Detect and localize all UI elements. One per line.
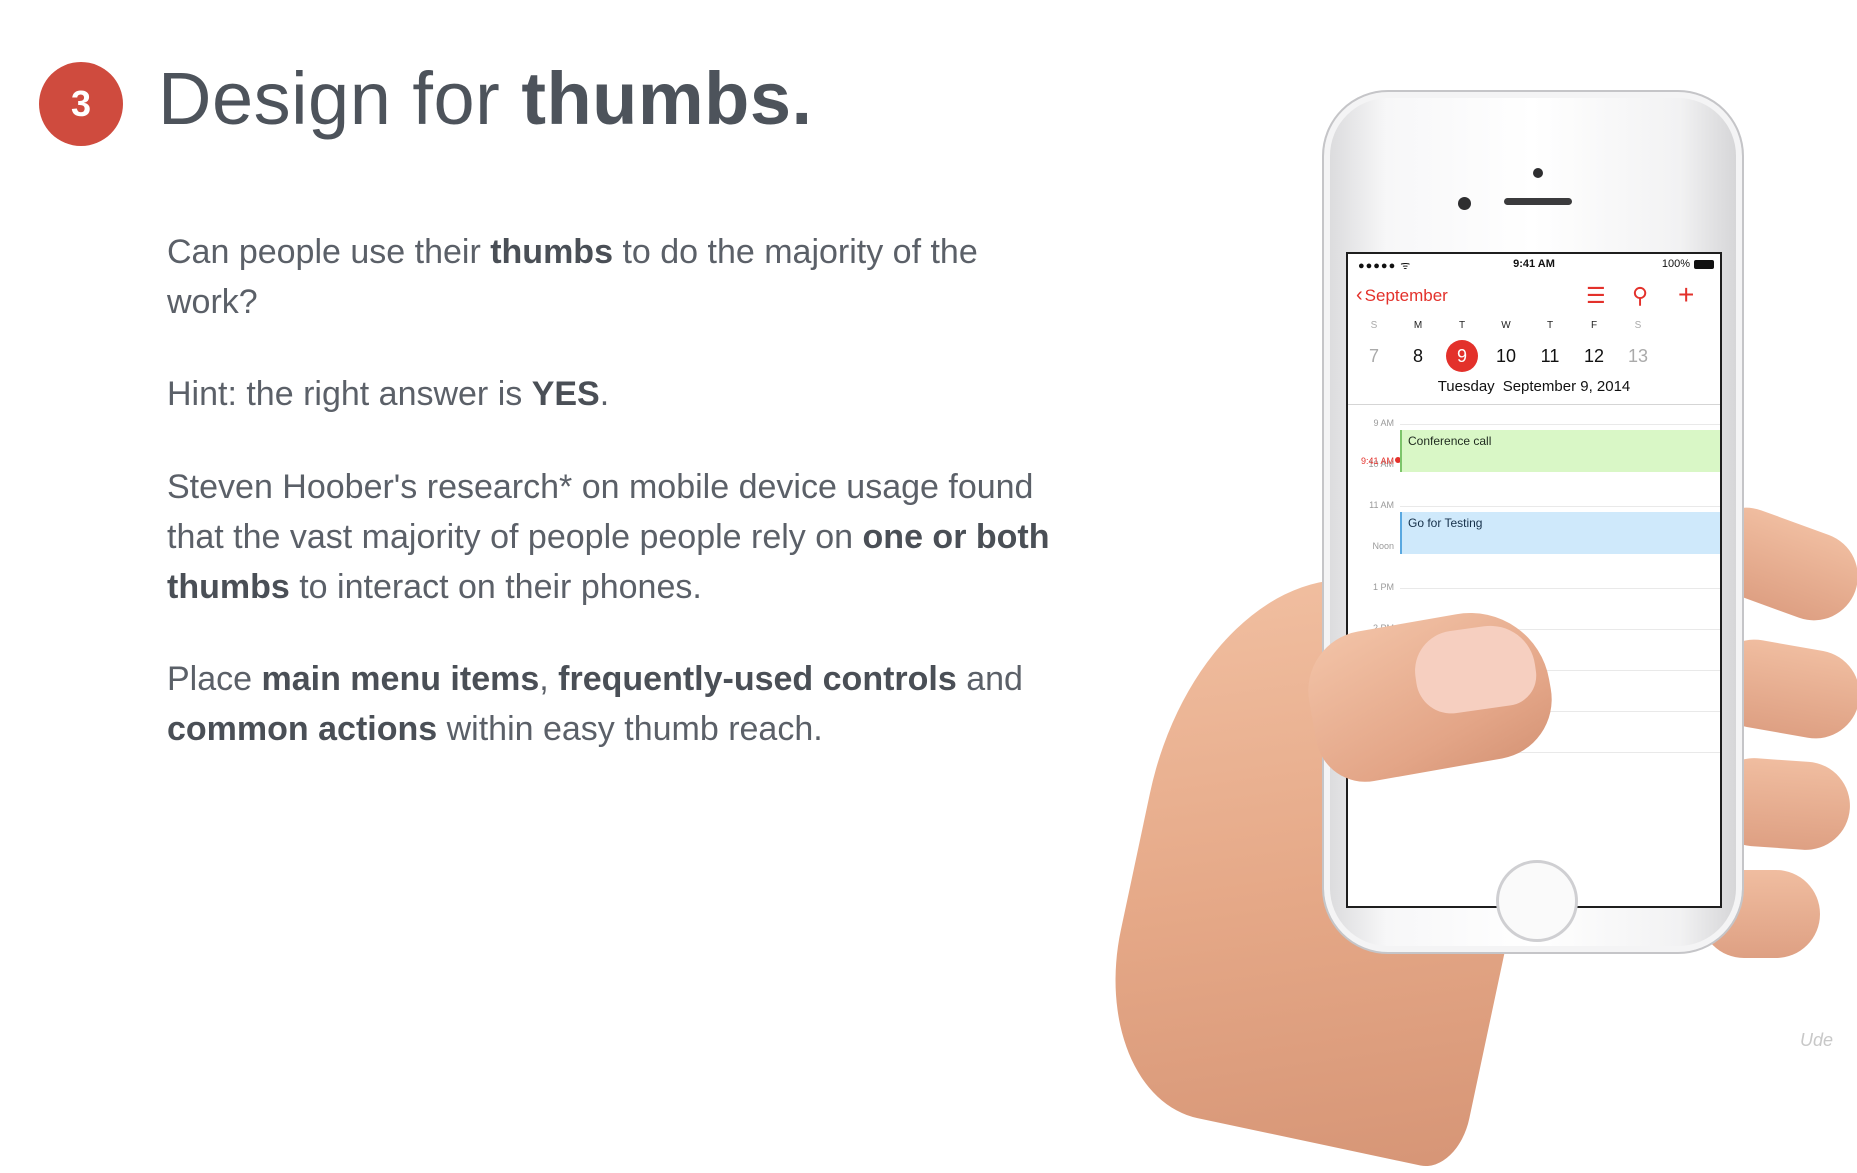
paragraph-research: Steven Hoober's research* on mobile devi… bbox=[167, 462, 1067, 612]
hour-label: Noon bbox=[1372, 541, 1394, 551]
hand-holding-phone-illustration: ●●●●● ᯤ 9:41 AM 100% ‹ September ☰ ⚲ + S M… bbox=[1085, 60, 1857, 1173]
battery-percent: 100% bbox=[1661, 258, 1690, 270]
event-conference-call[interactable]: Conference call bbox=[1400, 430, 1720, 472]
p4-text-g: within easy thumb reach. bbox=[437, 710, 823, 748]
add-event-icon[interactable]: + bbox=[1678, 279, 1694, 311]
home-button[interactable] bbox=[1496, 860, 1578, 942]
paragraph-hint: Hint: the right answer is YES. bbox=[167, 369, 1067, 419]
p2-text-c: . bbox=[599, 375, 610, 413]
status-bar: ●●●●● ᯤ 9:41 AM 100% bbox=[1348, 258, 1720, 272]
event-title: Go for Testing bbox=[1408, 516, 1483, 530]
calendar-screen: ●●●●● ᯤ 9:41 AM 100% ‹ September ☰ ⚲ + S M… bbox=[1346, 252, 1722, 908]
p4-text-a: Place bbox=[167, 660, 262, 698]
hour-gridline bbox=[1400, 588, 1720, 589]
p1-text-a: Can people use their bbox=[167, 233, 491, 271]
p1-bold: thumbs bbox=[490, 233, 613, 271]
p3-text-c: to interact on their phones. bbox=[289, 568, 702, 606]
event-go-for-testing[interactable]: Go for Testing bbox=[1400, 512, 1720, 554]
day-cell[interactable]: 8 bbox=[1398, 340, 1438, 372]
weekday-label: T bbox=[1546, 320, 1554, 331]
calendar-nav-bar: ‹ September ☰ ⚲ + bbox=[1348, 279, 1720, 311]
day-cell[interactable]: 9 bbox=[1442, 340, 1482, 372]
battery-icon bbox=[1694, 260, 1714, 269]
p4-text-c: , bbox=[539, 660, 559, 698]
selected-date: September 9, 2014 bbox=[1502, 378, 1631, 395]
p4-bold-controls: frequently-used controls bbox=[558, 660, 957, 698]
step-number-badge: 3 bbox=[39, 62, 123, 146]
day-cell[interactable]: 10 bbox=[1486, 340, 1526, 372]
day-cell[interactable]: 12 bbox=[1574, 340, 1614, 372]
iphone: ●●●●● ᯤ 9:41 AM 100% ‹ September ☰ ⚲ + S M… bbox=[1322, 90, 1744, 954]
back-label: September bbox=[1364, 286, 1448, 305]
day-cell[interactable]: 7 bbox=[1354, 340, 1394, 372]
weekday-label: T bbox=[1458, 320, 1466, 331]
weekday-label: F bbox=[1590, 320, 1598, 331]
day-cell[interactable]: 11 bbox=[1530, 340, 1570, 372]
selected-weekday: Tuesday bbox=[1437, 378, 1495, 395]
selected-date-line: Tuesday September 9, 2014 bbox=[1348, 378, 1720, 395]
title-bold: thumbs. bbox=[521, 57, 813, 140]
list-view-icon[interactable]: ☰ bbox=[1586, 283, 1606, 309]
chevron-left-icon: ‹ bbox=[1356, 284, 1363, 306]
day-cell[interactable]: 13 bbox=[1618, 340, 1658, 372]
p4-text-e: and bbox=[956, 660, 1023, 698]
earpiece-speaker-icon bbox=[1504, 198, 1572, 205]
weekday-label: W bbox=[1501, 320, 1511, 331]
paragraph-thumbs-question: Can people use their thumbs to do the ma… bbox=[167, 227, 1067, 327]
weekday-label: S bbox=[1634, 320, 1642, 331]
slide-title: Design for thumbs. bbox=[158, 56, 813, 141]
front-camera-icon bbox=[1533, 168, 1543, 178]
hour-label: 11 AM bbox=[1369, 500, 1394, 510]
title-regular: Design for bbox=[158, 57, 522, 140]
hour-label: 1 PM bbox=[1372, 582, 1394, 592]
weekday-label: S bbox=[1370, 320, 1378, 331]
search-icon[interactable]: ⚲ bbox=[1632, 283, 1648, 309]
watermark-logo: Ude bbox=[1800, 1030, 1834, 1050]
hour-label: 9 AM bbox=[1373, 418, 1394, 428]
weekday-header: SMTWTFS bbox=[1348, 320, 1720, 334]
current-time-label: 9:41 AM bbox=[1360, 456, 1394, 466]
p4-bold-actions: common actions bbox=[167, 710, 438, 748]
weekday-label: M bbox=[1413, 320, 1423, 331]
paragraph-placement: Place main menu items, frequently-used c… bbox=[167, 654, 1067, 754]
hour-gridline bbox=[1400, 506, 1720, 507]
slide: 3 Design for thumbs. Can people use thei… bbox=[0, 0, 1857, 1173]
p2-bold: YES bbox=[531, 375, 600, 413]
p4-bold-menu: main menu items bbox=[261, 660, 540, 698]
divider bbox=[1348, 404, 1720, 405]
proximity-sensor-icon bbox=[1458, 197, 1471, 210]
step-number: 3 bbox=[70, 83, 92, 124]
event-title: Conference call bbox=[1408, 434, 1492, 448]
back-to-month-button[interactable]: ‹ September bbox=[1356, 284, 1448, 307]
p2-text-a: Hint: the right answer is bbox=[167, 375, 532, 413]
week-days-row: 7 8 9 10 11 12 13 bbox=[1348, 340, 1720, 374]
hour-gridline bbox=[1400, 424, 1720, 425]
